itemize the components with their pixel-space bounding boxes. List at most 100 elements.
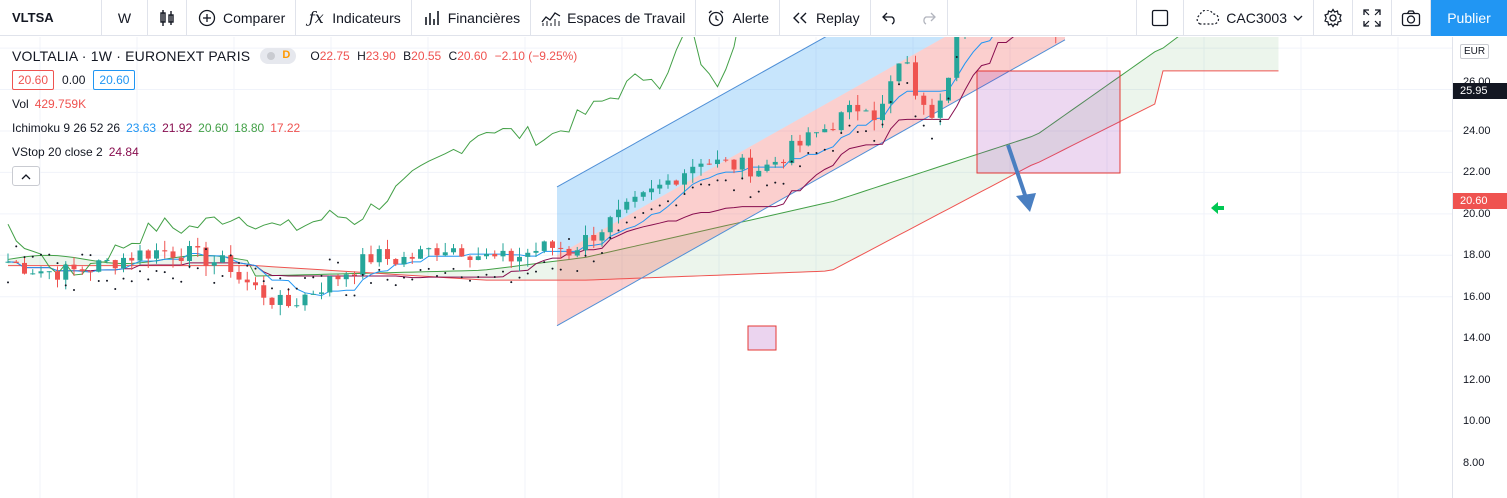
vstop-dot	[337, 261, 339, 264]
buy-price-button[interactable]: 20.60	[93, 70, 136, 90]
candle-body	[937, 100, 943, 118]
vstop-dot	[716, 179, 719, 182]
candle-body	[393, 259, 399, 265]
gear-icon	[1323, 7, 1343, 28]
snapshot-button[interactable]	[1392, 0, 1431, 36]
green-arrow-tail	[1217, 206, 1224, 210]
candle-body	[838, 112, 844, 131]
market-status-badge[interactable]: D	[260, 48, 297, 64]
series-title[interactable]: VOLTALIA · 1W · EURONEXT PARIS	[12, 48, 250, 64]
sell-price-button[interactable]: 20.60	[12, 70, 55, 90]
candle-body	[434, 248, 440, 256]
indicators-button[interactable]: ƒx Indicateurs	[296, 0, 412, 36]
price-axis[interactable]: EUR 26.00 24.00 22.00 20.00 18.00 16.00 …	[1452, 37, 1507, 498]
vstop-dot	[23, 256, 26, 259]
price-tick: 22.00	[1463, 166, 1491, 178]
vstop-dot	[196, 267, 199, 270]
bar-chart-icon	[422, 8, 442, 28]
rewind-icon	[790, 8, 810, 28]
candle-body	[170, 251, 176, 258]
candle-body	[38, 271, 44, 274]
vstop-label[interactable]: VStop 20 close 2	[12, 145, 103, 159]
vstop-dot	[799, 165, 801, 168]
candle-body	[46, 271, 52, 273]
undo-button[interactable]	[871, 0, 909, 36]
vstop-dot	[320, 274, 323, 277]
small-rectangle	[747, 325, 777, 351]
vstop-dot	[576, 269, 579, 272]
fullscreen-button[interactable]	[1353, 0, 1392, 36]
ichimoku-label[interactable]: Ichimoku 9 26 52 26	[12, 121, 120, 135]
currency-label[interactable]: EUR	[1460, 44, 1490, 59]
candle-body	[459, 248, 465, 257]
legend-collapse-button[interactable]	[12, 166, 40, 186]
vstop-dot	[675, 204, 678, 207]
candle-body	[294, 305, 300, 307]
candle-body	[880, 103, 885, 121]
layout-save-button[interactable]: CAC3003	[1184, 0, 1314, 36]
candle-body	[220, 255, 225, 263]
function-icon: ƒx	[308, 8, 324, 27]
ichimoku-lagging-value: 20.60	[198, 121, 229, 135]
candle-body	[632, 196, 638, 202]
vstop-dot	[64, 284, 67, 287]
vstop-dot	[312, 276, 315, 279]
vstop-dot	[782, 182, 785, 185]
candle-body	[30, 273, 36, 275]
redo-button[interactable]	[909, 0, 948, 36]
vstop-dot	[526, 272, 529, 275]
candle-body	[269, 297, 275, 305]
vstop-dot	[205, 248, 207, 251]
vstop-dot	[691, 186, 694, 189]
price-tick: 8.00	[1463, 457, 1485, 469]
chart-style-button[interactable]	[148, 0, 187, 36]
candle-body	[682, 173, 687, 185]
candle-body	[178, 257, 184, 262]
last-price-tag: 20.60	[1453, 193, 1507, 209]
candle-body	[88, 271, 93, 273]
candle-body	[442, 252, 448, 256]
vstop-row: VStop 20 close 2 24.84	[12, 140, 581, 164]
symbol-label: VLTSA	[12, 10, 54, 25]
candle-body	[137, 250, 143, 261]
cloud-icon	[1194, 8, 1220, 28]
vstop-dot	[403, 276, 405, 279]
vstop-dot	[815, 151, 818, 154]
fullscreen-layout-button[interactable]	[1136, 0, 1185, 36]
vstop-dot	[386, 278, 389, 281]
candle-body	[640, 192, 646, 197]
vstop-dot	[81, 253, 84, 256]
vstop-dot	[865, 130, 867, 133]
price-tick: 14.00	[1463, 332, 1491, 344]
candle-body	[145, 250, 151, 259]
candle-body	[715, 159, 720, 165]
candle-body	[121, 257, 126, 269]
replay-button[interactable]: Replay	[780, 0, 871, 36]
vstop-dot	[246, 264, 249, 267]
candle-body	[228, 255, 234, 272]
alert-button[interactable]: Alerte	[696, 0, 780, 36]
publish-button[interactable]: Publier	[1431, 0, 1507, 36]
symbol-search[interactable]: VLTSA	[0, 0, 102, 36]
interval-button[interactable]: W	[102, 0, 148, 36]
candle-body	[871, 110, 877, 121]
candle-body	[797, 140, 803, 146]
vstop-dot	[568, 237, 570, 240]
replay-label: Replay	[815, 9, 860, 26]
volume-label[interactable]: Vol	[12, 97, 29, 111]
alert-label: Alerte	[732, 9, 769, 26]
workspaces-button[interactable]: Espaces de Travail	[531, 0, 697, 36]
candle-body	[13, 261, 19, 263]
vstop-dot	[361, 273, 364, 276]
financials-button[interactable]: Financières	[412, 0, 532, 36]
compare-button[interactable]: Comparer	[187, 0, 297, 36]
candle-body	[665, 180, 671, 185]
candle-body	[805, 132, 811, 146]
vstop-dot	[130, 280, 133, 283]
vstop-dot	[444, 272, 447, 275]
vstop-dot	[807, 152, 810, 155]
vstop-dot	[238, 262, 240, 265]
settings-button[interactable]	[1314, 0, 1353, 36]
candle-body	[789, 140, 795, 164]
vstop-dot	[939, 120, 942, 123]
